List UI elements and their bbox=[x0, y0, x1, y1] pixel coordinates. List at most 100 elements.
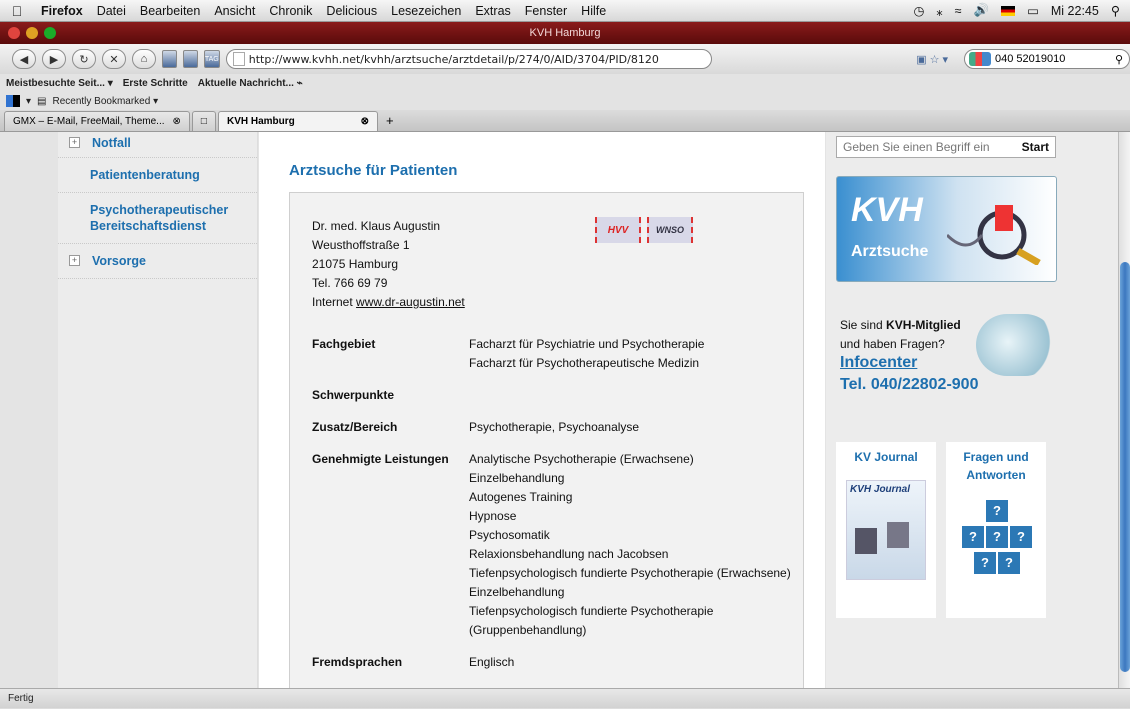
close-window-icon[interactable] bbox=[8, 27, 20, 39]
home-button[interactable]: ⌂ bbox=[132, 49, 156, 69]
search-bar[interactable]: 040 52019010 ⚲ bbox=[964, 49, 1130, 69]
member-question: Sie sind KVH-Mitglied und haben Fragen? bbox=[840, 316, 961, 354]
sidebar-item-label: Vorsorge bbox=[92, 254, 146, 268]
doctor-address: Dr. med. Klaus Augustin Weusthoffstraße … bbox=[312, 217, 465, 312]
tab-bar: GMX – E-Mail, FreeMail, Theme... ⊗ □ KVH… bbox=[0, 110, 1130, 132]
delicious-logo-icon[interactable] bbox=[6, 95, 20, 107]
tag-button[interactable]: TAG bbox=[203, 50, 220, 68]
feed-star-buttons: ▣ ☆ ▾ bbox=[916, 53, 948, 66]
stethoscope-magnifier-icon bbox=[947, 205, 1041, 265]
sidebar-navigation: + Notfall Patientenberatung Psychotherap… bbox=[58, 132, 258, 688]
forward-button[interactable]: ▶ bbox=[42, 49, 66, 69]
recently-bookmarked[interactable]: Recently Bookmarked ▾ bbox=[52, 96, 158, 107]
chevron-down-icon[interactable]: ▾ bbox=[942, 53, 948, 66]
menu-delicious[interactable]: Delicious bbox=[319, 4, 384, 18]
tab-kvh-hamburg[interactable]: KVH Hamburg ⊗ bbox=[217, 111, 378, 131]
search-input[interactable]: 040 52019010 bbox=[995, 53, 1065, 65]
tab-blank[interactable]: □ bbox=[191, 111, 216, 131]
bluetooth-icon[interactable]: ⁎ bbox=[936, 3, 942, 18]
delicious-icon[interactable] bbox=[182, 50, 198, 68]
volume-icon[interactable]: 🔊 bbox=[974, 3, 990, 18]
doctor-name: Dr. med. Klaus Augustin bbox=[312, 219, 441, 233]
menu-extras[interactable]: Extras bbox=[468, 4, 517, 18]
bookmark-manager-icon[interactable] bbox=[162, 50, 177, 68]
detail-row: Genehmigte Leistungen Analytische Psychot… bbox=[312, 450, 799, 640]
journal-logo: KVH Journal bbox=[850, 484, 911, 495]
tab-label: GMX – E-Mail, FreeMail, Theme... bbox=[13, 116, 165, 127]
doctor-city: 21075 Hamburg bbox=[312, 257, 399, 271]
search-engine-icon[interactable] bbox=[969, 52, 991, 66]
infocenter-link[interactable]: Infocenter bbox=[840, 354, 917, 372]
chevron-down-icon[interactable]: ▾ bbox=[26, 96, 31, 107]
apple-icon[interactable]:  bbox=[0, 3, 34, 19]
close-tab-icon[interactable]: ⊗ bbox=[361, 116, 369, 127]
page-title: Arztsuche für Patienten bbox=[289, 162, 458, 179]
window-titlebar: KVH Hamburg bbox=[0, 22, 1130, 44]
clock[interactable]: Mi 22:45 bbox=[1051, 4, 1099, 18]
menu-hilfe[interactable]: Hilfe bbox=[574, 4, 613, 18]
doctor-street: Weusthoffstraße 1 bbox=[312, 238, 410, 252]
navigation-toolbar: ◀ ▶ ↻ ✕ ⌂ TAG http://www.kvhh.net/kvhh/a… bbox=[0, 44, 1130, 74]
page-icon bbox=[232, 52, 245, 66]
mitglied-post: und haben Fragen? bbox=[840, 337, 945, 351]
faq-card[interactable]: Fragen und Antworten ? ? ? ? ? ? bbox=[946, 442, 1046, 618]
sidebar-item-bereitschaftsdienst[interactable]: Psychotherapeutischer Bereitschaftsdiens… bbox=[58, 193, 257, 244]
rss-icon[interactable]: ▣ bbox=[916, 53, 926, 66]
bookmark-most-visited[interactable]: Meistbesuchte Seit... ▾ bbox=[6, 78, 113, 89]
scrollbar-thumb[interactable] bbox=[1120, 262, 1130, 672]
kv-journal-card[interactable]: KV Journal KVH Journal bbox=[836, 442, 936, 618]
battery-icon[interactable]: ▭ bbox=[1027, 3, 1039, 18]
sidebar-item-vorsorge[interactable]: + Vorsorge bbox=[58, 244, 257, 279]
menu-bearbeiten[interactable]: Bearbeiten bbox=[133, 4, 207, 18]
menu-ansicht[interactable]: Ansicht bbox=[207, 4, 262, 18]
menu-chronik[interactable]: Chronik bbox=[262, 4, 319, 18]
new-tab-button[interactable]: + bbox=[380, 113, 400, 131]
sidebar-item-patientenberatung[interactable]: Patientenberatung bbox=[58, 158, 257, 193]
expand-icon[interactable]: + bbox=[69, 255, 80, 266]
back-button[interactable]: ◀ bbox=[12, 49, 36, 69]
detail-row: Zusatz/Bereich Psychotherapie, Psychoanal… bbox=[312, 418, 799, 437]
sidebar-item-label: Notfall bbox=[92, 136, 131, 150]
detail-key: Zusatz/Bereich bbox=[312, 420, 398, 434]
star-icon[interactable]: ☆ bbox=[930, 53, 940, 66]
sidebar-item-label: Psychotherapeutischer Bereitschaftsdiens… bbox=[90, 203, 229, 233]
detail-row: Fremdsprachen Englisch bbox=[312, 653, 799, 672]
bookmark-first-steps[interactable]: Erste Schritte bbox=[123, 78, 188, 89]
detail-key: Fachgebiet bbox=[312, 337, 376, 351]
menu-fenster[interactable]: Fenster bbox=[518, 4, 574, 18]
folder-icon: ▤ bbox=[37, 95, 47, 107]
doctor-tel: Tel. 766 69 79 bbox=[312, 276, 388, 290]
zoom-window-icon[interactable] bbox=[44, 27, 56, 39]
tab-gmx[interactable]: GMX – E-Mail, FreeMail, Theme... ⊗ bbox=[4, 111, 190, 131]
sidebar-item-notfall[interactable]: + Notfall bbox=[58, 132, 257, 158]
doctor-website-link[interactable]: www.dr-augustin.net bbox=[356, 295, 465, 309]
site-search-input[interactable]: Geben Sie einen Begriff ein bbox=[843, 140, 990, 154]
bookmark-news[interactable]: Aktuelle Nachricht... ⌁ bbox=[198, 78, 303, 89]
vertical-scrollbar[interactable] bbox=[1118, 132, 1130, 688]
detail-value: Facharzt für Psychiatrie und Psychothera… bbox=[469, 337, 705, 370]
stop-button[interactable]: ✕ bbox=[102, 49, 126, 69]
close-tab-icon[interactable]: ⊗ bbox=[173, 116, 181, 127]
url-bar[interactable]: http://www.kvhh.net/kvhh/arztsuche/arztd… bbox=[225, 49, 713, 69]
arztsuche-banner[interactable]: KVH Arztsuche bbox=[836, 176, 1057, 282]
detail-value: Analytische Psychotherapie (Erwachsene) … bbox=[469, 452, 791, 637]
menu-lesezeichen[interactable]: Lesezeichen bbox=[384, 4, 468, 18]
doctor-detail-box: Dr. med. Klaus Augustin Weusthoffstraße … bbox=[289, 192, 804, 688]
reload-button[interactable]: ↻ bbox=[72, 49, 96, 69]
menu-datei[interactable]: Datei bbox=[90, 4, 133, 18]
start-button[interactable]: Start bbox=[1016, 140, 1055, 154]
wifi-icon[interactable]: ≈ bbox=[955, 4, 962, 18]
detail-value bbox=[469, 386, 799, 405]
os-menubar:  Firefox Datei Bearbeiten Ansicht Chron… bbox=[0, 0, 1130, 22]
expand-icon[interactable]: + bbox=[69, 137, 80, 148]
time-machine-icon[interactable]: ◷ bbox=[913, 3, 924, 18]
flag-icon[interactable] bbox=[1001, 5, 1016, 16]
banner-label: Arztsuche bbox=[851, 243, 929, 260]
spotlight-icon[interactable]: ⚲ bbox=[1111, 3, 1120, 18]
bookmarks-toolbar: Meistbesuchte Seit... ▾ Erste Schritte A… bbox=[0, 74, 1130, 92]
minimize-window-icon[interactable] bbox=[26, 27, 38, 39]
detail-key: Schwerpunkte bbox=[312, 388, 395, 402]
page-content: + Notfall Patientenberatung Psychotherap… bbox=[0, 132, 1118, 688]
search-icon[interactable]: ⚲ bbox=[1115, 53, 1129, 66]
menu-firefox[interactable]: Firefox bbox=[34, 4, 90, 18]
